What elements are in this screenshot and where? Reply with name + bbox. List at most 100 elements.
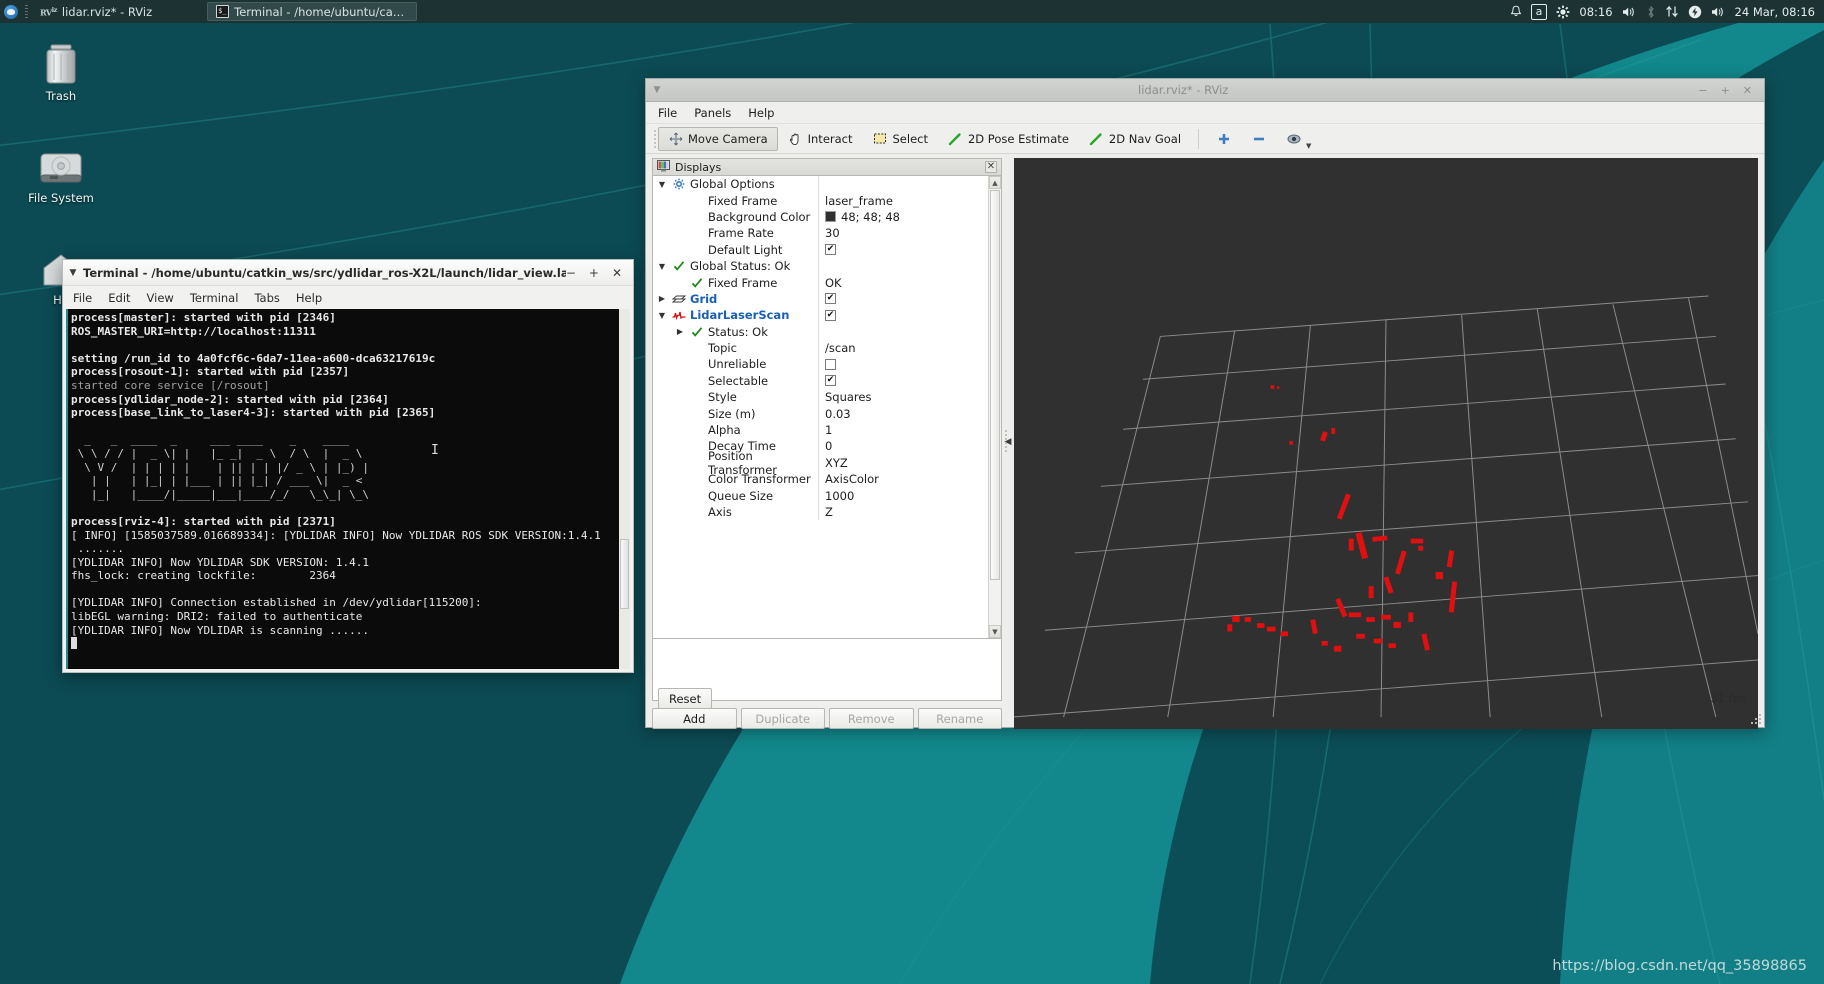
menu-panels[interactable]: Panels — [694, 106, 731, 120]
window-menu-icon[interactable]: ▼ — [63, 268, 83, 278]
display-row-value[interactable]: 30 — [818, 225, 988, 242]
minimize-button[interactable]: − — [566, 266, 576, 280]
desktop-icon-file-system[interactable]: File System — [18, 142, 104, 205]
display-row-value[interactable]: 48; 48; 48 — [818, 208, 988, 226]
checkbox-unchecked[interactable] — [825, 358, 836, 370]
display-tree-row[interactable]: Background Color 48; 48; 48 — [653, 208, 988, 226]
display-row-value[interactable]: 1 — [818, 421, 988, 439]
menu-tabs[interactable]: Tabs — [254, 291, 279, 305]
bell-icon[interactable] — [1510, 5, 1522, 18]
collapse-twisty-icon[interactable]: ▶ — [671, 327, 689, 336]
display-tree-row[interactable]: ▼ LidarLaserScan ✔ — [653, 307, 988, 324]
menu-terminal[interactable]: Terminal — [190, 291, 239, 305]
panel-handle[interactable] — [22, 0, 31, 23]
display-row-value[interactable]: ✔ — [818, 372, 988, 390]
menu-file[interactable]: File — [73, 291, 92, 305]
display-row-value[interactable] — [818, 323, 988, 340]
display-tree-row[interactable]: ▶ Status: Ok — [653, 323, 988, 340]
checkbox-checked[interactable]: ✔ — [825, 375, 836, 387]
maximize-button[interactable]: + — [589, 266, 599, 280]
display-row-value[interactable] — [818, 257, 988, 275]
checkbox-checked[interactable]: ✔ — [825, 293, 836, 305]
bluetooth-icon[interactable] — [1646, 5, 1656, 19]
rviz-window[interactable]: ▼ lidar.rviz* - RViz − + ✕ File Panels H… — [645, 78, 1765, 729]
tool-2d-nav-goal[interactable]: 2D Nav Goal — [1079, 127, 1191, 151]
display-row-value[interactable]: AxisColor — [818, 471, 988, 488]
menu-edit[interactable]: Edit — [108, 291, 130, 305]
window-menu-icon[interactable]: ▼ — [646, 85, 668, 95]
rviz-titlebar[interactable]: ▼ lidar.rviz* - RViz − + ✕ — [646, 79, 1764, 102]
display-tree-row[interactable]: Decay Time 0 — [653, 438, 988, 455]
display-tree-row[interactable]: Queue Size 1000 — [653, 487, 988, 504]
menu-help[interactable]: Help — [748, 106, 774, 120]
display-tree-row[interactable]: ▶ Grid ✔ — [653, 290, 988, 308]
tool-remove[interactable] — [1241, 127, 1276, 151]
display-tree-row[interactable]: Selectable ✔ — [653, 372, 988, 390]
menu-file[interactable]: File — [658, 106, 677, 120]
checkbox-checked[interactable]: ✔ — [825, 244, 836, 256]
panel-clock[interactable]: 24 Mar, 08:16 — [1735, 5, 1815, 19]
display-tree-row[interactable]: Size (m) 0.03 — [653, 405, 988, 422]
display-tree-row[interactable]: Alpha 1 — [653, 421, 988, 439]
display-row-value[interactable] — [818, 176, 988, 193]
display-tree-row[interactable]: Topic/scan — [653, 339, 988, 357]
display-row-value[interactable]: ✔ — [818, 241, 988, 258]
terminal-screen[interactable]: process[master]: started with pid [2346]… — [66, 309, 630, 669]
panel-splitter[interactable]: ◀ — [1002, 154, 1014, 729]
display-tree-row[interactable]: Color Transformer AxisColor — [653, 471, 988, 488]
terminal-titlebar[interactable]: ▼ Terminal - /home/ubuntu/catkin_ws/src/… — [63, 260, 633, 286]
close-button[interactable]: ✕ — [1743, 84, 1752, 97]
3d-render-view[interactable] — [1014, 158, 1758, 729]
close-button[interactable]: ✕ — [612, 266, 622, 280]
tool-select[interactable]: Select — [863, 127, 938, 151]
display-row-value[interactable]: ✔ — [818, 307, 988, 324]
power-bolt-icon[interactable] — [1688, 5, 1702, 19]
display-row-value[interactable]: Z — [818, 503, 988, 521]
taskbar-item-rviz[interactable]: RViz lidar.rviz* - RViz — [32, 2, 160, 21]
tool-add[interactable] — [1206, 127, 1241, 151]
display-row-value[interactable]: Squares — [818, 389, 988, 406]
terminal-window[interactable]: ▼ Terminal - /home/ubuntu/catkin_ws/src/… — [62, 259, 634, 673]
gear-icon[interactable] — [1556, 5, 1570, 19]
scroll-up-icon[interactable]: ▲ — [989, 176, 1001, 189]
color-swatch[interactable] — [825, 211, 836, 223]
tool-interact[interactable]: Interact — [778, 127, 863, 151]
display-tree-row[interactable]: Fixed Frame laser_frame — [653, 192, 988, 209]
menu-help[interactable]: Help — [296, 291, 322, 305]
checkbox-checked[interactable]: ✔ — [825, 309, 836, 321]
tool-focus-camera[interactable]: ▼ — [1276, 127, 1321, 151]
display-row-value[interactable] — [818, 356, 988, 373]
minimize-button[interactable]: − — [1698, 84, 1707, 97]
network-updown-icon[interactable] — [1665, 5, 1679, 18]
scroll-down-icon[interactable]: ▼ — [989, 625, 1001, 638]
taskbar-item-terminal[interactable]: $_ Terminal - /home/ubuntu/cat... — [207, 2, 418, 21]
displays-tree[interactable]: ▼ Global Options Fixed Frame laser_frame Bac… — [652, 175, 1002, 639]
maximize-button[interactable]: + — [1721, 84, 1730, 97]
display-row-value[interactable]: OK — [818, 274, 988, 291]
expand-twisty-icon[interactable]: ▼ — [653, 262, 671, 271]
display-row-value[interactable]: laser_frame — [818, 192, 988, 209]
add-button[interactable]: Add — [652, 708, 737, 729]
display-row-value[interactable]: ✔ — [818, 290, 988, 308]
display-row-value[interactable]: /scan — [818, 339, 988, 357]
tool-2d-pose-estimate[interactable]: 2D Pose Estimate — [938, 127, 1079, 151]
display-tree-row[interactable]: Unreliable — [653, 356, 988, 373]
display-tree-row[interactable]: Fixed Frame OK — [653, 274, 988, 291]
display-tree-row[interactable]: Frame Rate 30 — [653, 225, 988, 242]
display-tree-row[interactable]: ▼ Global Status: Ok — [653, 257, 988, 275]
display-tree-row[interactable]: Style Squares — [653, 389, 988, 406]
reset-button[interactable]: Reset — [658, 688, 713, 709]
menu-view[interactable]: View — [147, 291, 174, 305]
display-tree-row[interactable]: ▼ Global Options — [653, 176, 988, 193]
display-row-value[interactable]: 1000 — [818, 487, 988, 504]
display-tree-row[interactable]: Axis Z — [653, 503, 988, 521]
displays-scrollbar[interactable]: ▲ ▼ — [988, 176, 1001, 638]
scroll-thumb[interactable] — [990, 190, 1000, 580]
close-icon[interactable]: ✕ — [985, 161, 997, 173]
display-tree-row[interactable]: Default Light ✔ — [653, 241, 988, 258]
toolbar-grip[interactable] — [651, 128, 658, 150]
terminal-scrollbar[interactable] — [619, 309, 630, 669]
expand-twisty-icon[interactable]: ▼ — [653, 311, 671, 320]
speaker-icon[interactable] — [1622, 6, 1637, 18]
scroll-thumb[interactable] — [620, 539, 629, 609]
